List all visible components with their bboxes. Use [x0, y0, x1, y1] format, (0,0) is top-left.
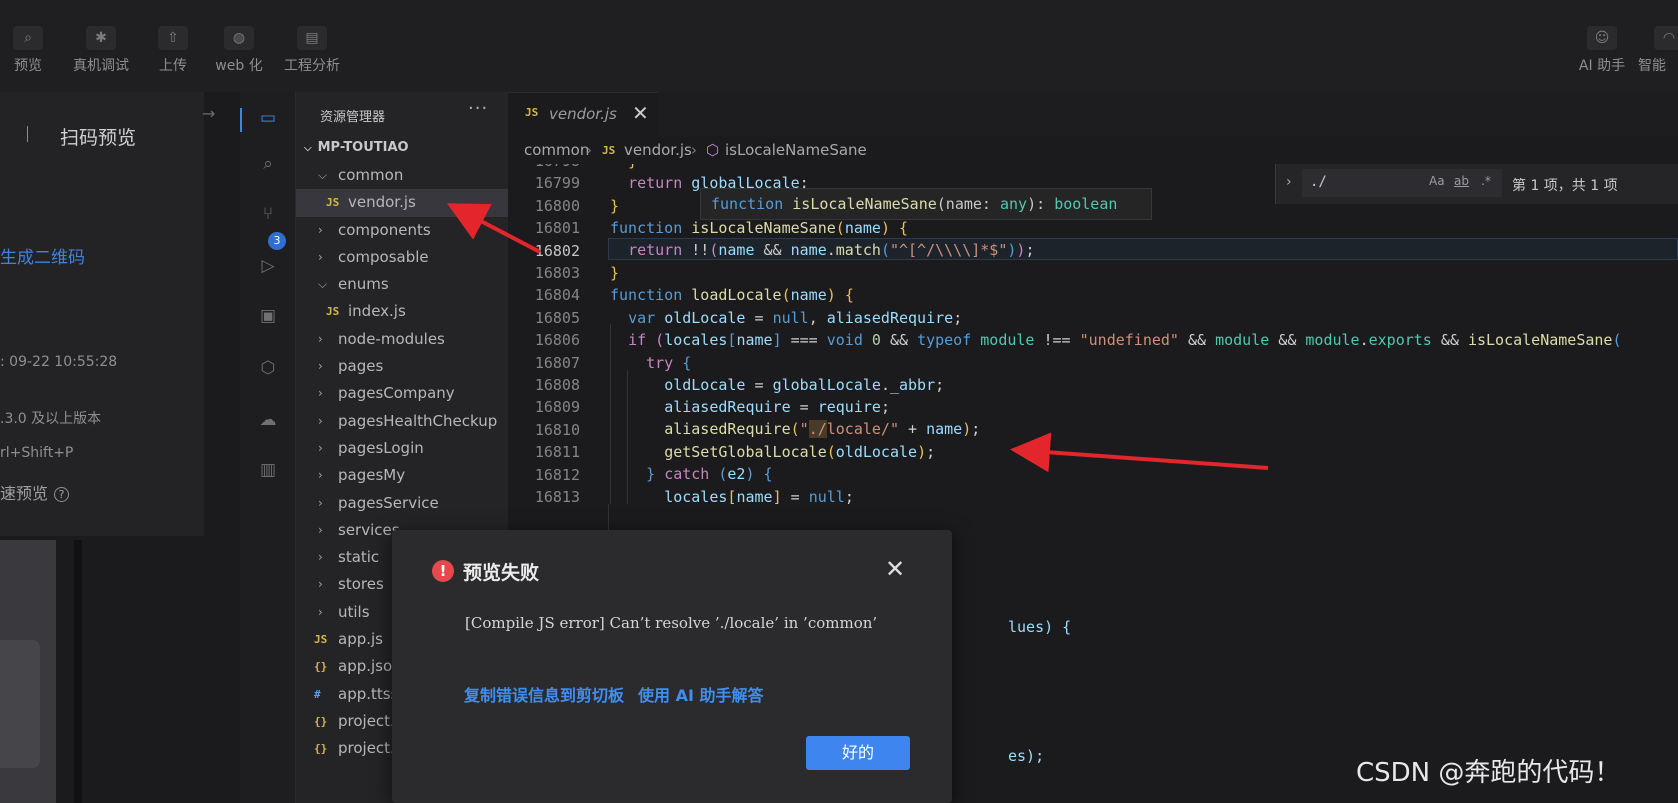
watermark: CSDN @奔跑的代码！: [1356, 758, 1621, 788]
annotation-arrow-require: [1010, 432, 1269, 473]
annotation-arrow-vendor: [446, 203, 541, 254]
annotation-arrows: [446, 203, 1269, 473]
